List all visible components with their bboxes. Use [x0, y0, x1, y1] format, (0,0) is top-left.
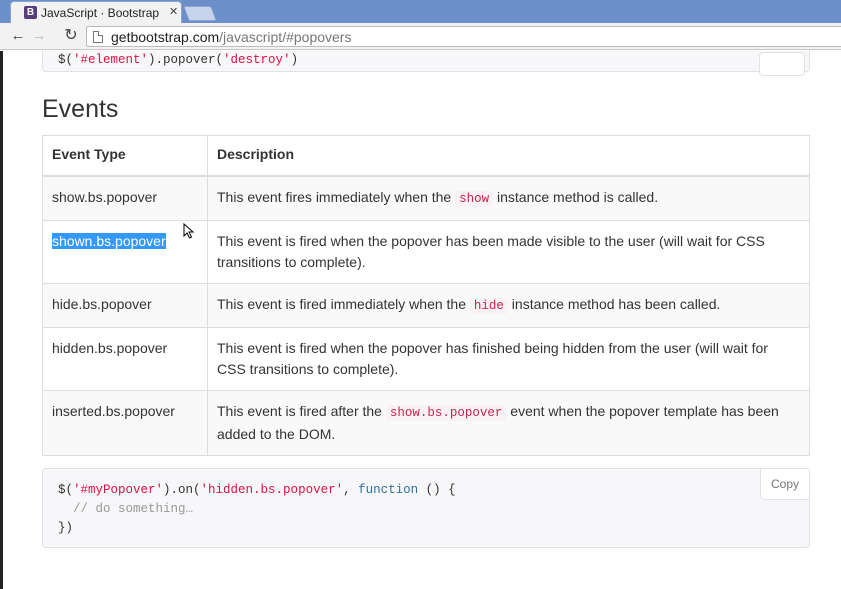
code-string: 'destroy'	[223, 53, 291, 67]
bootstrap-favicon-icon: B	[24, 6, 37, 19]
events-table: Event Type Description show.bs.popover T…	[42, 135, 810, 456]
back-arrow-icon[interactable]: ←	[9, 26, 27, 46]
table-row: hidden.bs.popover This event is fired wh…	[42, 327, 810, 391]
description-cell: This event is fired immediately when the…	[207, 283, 810, 328]
code-comment: // do something…	[58, 502, 194, 516]
code-token: $(	[58, 53, 74, 67]
event-type-cell[interactable]: show.bs.popover	[42, 175, 208, 221]
page-icon	[93, 31, 103, 43]
previous-code-text: $('#element').popover('destroy')	[58, 53, 298, 67]
code-token: ).popover(	[148, 53, 224, 67]
url-host: getbootstrap.com	[111, 29, 220, 45]
description-text: This event fires immediately when the	[217, 189, 456, 205]
code-keyword: function	[358, 483, 419, 497]
table-row: hide.bs.popover This event is fired imme…	[42, 283, 810, 328]
inline-code: show.bs.popover	[385, 405, 507, 421]
code-lines: $('#myPopover').on('hidden.bs.popover', …	[58, 481, 456, 538]
column-header-event-type: Event Type	[42, 135, 208, 177]
address-bar[interactable]: getbootstrap.com/javascript/#popovers	[86, 26, 841, 47]
code-string: '#element'	[73, 53, 149, 67]
tab-title: JavaScript · Bootstrap	[41, 6, 160, 20]
window-edge	[0, 51, 3, 589]
browser-tab[interactable]: B JavaScript · Bootstrap ✕	[10, 1, 182, 23]
event-type-cell[interactable]: hidden.bs.popover	[42, 327, 208, 391]
example-code-block: Copy $('#myPopover').on('hidden.bs.popov…	[42, 468, 810, 548]
url-text: getbootstrap.com/javascript/#popovers	[111, 29, 351, 45]
selected-text[interactable]: shown.bs.popover	[52, 233, 166, 249]
copy-button[interactable]: Copy	[760, 468, 810, 500]
description-cell: This event is fired when the popover has…	[207, 220, 810, 284]
description-cell: This event is fired when the popover has…	[207, 327, 810, 391]
inline-code: hide	[469, 298, 508, 314]
description-text: instance method has been called.	[507, 296, 721, 312]
new-tab-button[interactable]	[183, 6, 217, 21]
event-type-cell[interactable]: inserted.bs.popover	[42, 390, 208, 456]
close-tab-icon[interactable]: ✕	[169, 5, 178, 19]
reload-icon[interactable]: ↻	[62, 26, 80, 46]
code-token: () {	[418, 483, 456, 497]
previous-code-block: $('#element').popover('destroy')	[42, 51, 810, 76]
description-text: instance method is called.	[493, 189, 659, 205]
description-cell: This event is fired after the show.bs.po…	[207, 390, 810, 456]
description-text: This event is fired immediately when the	[217, 296, 470, 312]
page-content: $('#element').popover('destroy') Events …	[0, 51, 841, 589]
code-string: '#myPopover'	[73, 483, 164, 497]
previous-copy-button[interactable]	[759, 52, 805, 76]
code-token: })	[58, 521, 74, 535]
inline-code: show	[455, 191, 494, 207]
code-string: 'hidden.bs.popover'	[200, 483, 344, 497]
events-heading: Events	[42, 95, 119, 123]
code-token: ,	[343, 483, 359, 497]
event-type-cell[interactable]: hide.bs.popover	[42, 283, 208, 328]
table-header-row: Event Type Description	[42, 135, 810, 177]
description-text: This event is fired after the	[217, 403, 386, 419]
code-token: )	[290, 53, 299, 67]
code-token: ).on(	[163, 483, 201, 497]
column-header-description: Description	[207, 135, 810, 177]
browser-toolbar: ← → ↻ getbootstrap.com/javascript/#popov…	[0, 23, 841, 50]
description-cell: This event fires immediately when the sh…	[207, 175, 810, 221]
table-row: inserted.bs.popover This event is fired …	[42, 390, 810, 456]
tab-bar: B JavaScript · Bootstrap ✕	[0, 0, 841, 23]
mouse-cursor-icon	[183, 223, 195, 239]
code-token: $(	[58, 483, 74, 497]
event-type-cell[interactable]: shown.bs.popover	[42, 220, 208, 284]
forward-arrow-icon[interactable]: →	[30, 26, 48, 46]
url-path: /javascript/#popovers	[219, 29, 352, 45]
table-row: show.bs.popover This event fires immedia…	[42, 175, 810, 221]
table-row: shown.bs.popover This event is fired whe…	[42, 220, 810, 284]
